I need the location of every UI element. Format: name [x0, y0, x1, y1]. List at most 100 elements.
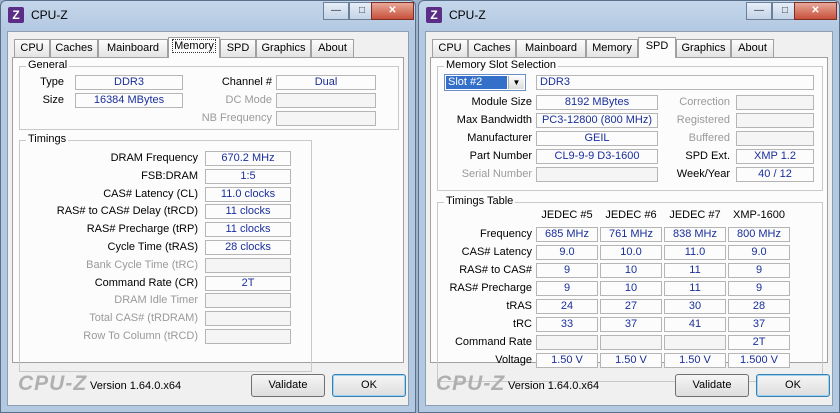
timing-value: 2T [205, 275, 291, 291]
cpuz-app-icon[interactable]: Z [426, 7, 442, 23]
table-row-label: tRAS [506, 300, 532, 312]
tab-about[interactable]: About [311, 39, 354, 57]
table-cell: 9 [536, 281, 598, 296]
bottom-bar: CPU-Z Version 1.64.0.x64 Validate OK [8, 365, 408, 405]
title-bar[interactable]: Z CPU-Z — □ ✕ [419, 1, 839, 29]
general-group-title: General [26, 59, 70, 71]
tab-graphics[interactable]: Graphics [256, 39, 311, 57]
channel-value: Dual [276, 75, 376, 90]
table-row-label: tRC [513, 318, 532, 330]
timings-group: Timings DRAM Frequency 670.2 MHz FSB:DRAM 1… [19, 133, 312, 372]
spd-value [536, 167, 658, 182]
table-cell [600, 335, 662, 350]
tab-graphics[interactable]: Graphics [676, 39, 731, 57]
slot-select-value: Slot #2 [446, 76, 507, 89]
channel-label: Channel # [221, 76, 272, 88]
nb-frequency-label: NB Frequency [201, 112, 272, 124]
tab-spd[interactable]: SPD [638, 37, 676, 58]
tab-mainboard[interactable]: Mainboard [98, 39, 168, 57]
table-cell: 11.0 [664, 245, 726, 260]
table-cell: 33 [536, 317, 598, 332]
spd-label: Part Number [469, 150, 532, 162]
tab-memory-label: Memory [172, 39, 216, 53]
tab-caches[interactable]: Caches [50, 39, 98, 57]
tab-caches[interactable]: Caches [468, 39, 516, 57]
close-button[interactable]: ✕ [371, 2, 414, 20]
timing-value [205, 329, 291, 344]
spd-value: 40 / 12 [736, 167, 814, 182]
table-cell: 30 [664, 299, 726, 314]
spd-value: GEIL [536, 131, 658, 146]
general-group: General Type DDR3 Size 16384 MBytes Chan… [19, 59, 399, 130]
timing-label: Command Rate (CR) [94, 276, 198, 289]
table-cell: 10 [600, 281, 662, 296]
minimize-button[interactable]: — [323, 2, 349, 20]
spd-label: Max Bandwidth [456, 114, 532, 126]
spd-label: Manufacturer [467, 132, 532, 144]
cpuz-app-icon[interactable]: Z [8, 7, 24, 23]
table-column-header: JEDEC #6 [605, 209, 657, 221]
table-cell: 9 [728, 263, 790, 278]
spd-label: Serial Number [461, 168, 532, 180]
dc-mode-label: DC Mode [225, 94, 272, 106]
table-cell: 9.0 [536, 245, 598, 260]
table-cell: 11 [664, 281, 726, 296]
timings-table-group: Timings Table JEDEC #5 JEDEC #6 JEDEC #7 XM… [437, 195, 823, 382]
tab-about[interactable]: About [731, 39, 774, 57]
spd-value [736, 113, 814, 128]
minimize-button[interactable]: — [746, 2, 772, 20]
table-row-label: CAS# Latency [461, 246, 532, 258]
size-value: 16384 MBytes [75, 93, 183, 108]
timing-label: RAS# Precharge (tRP) [86, 223, 198, 236]
table-cell [664, 335, 726, 350]
timing-label: FSB:DRAM [141, 169, 198, 182]
tab-memory[interactable]: Memory [586, 39, 638, 57]
ok-button[interactable]: OK [756, 374, 830, 397]
table-cell: 9 [728, 281, 790, 296]
timing-value [205, 293, 291, 309]
ok-button[interactable]: OK [332, 374, 406, 397]
tab-memory[interactable]: Memory [168, 37, 220, 58]
table-cell: 2T [728, 335, 790, 350]
tab-spd[interactable]: SPD [220, 39, 256, 57]
timing-label: DRAM Idle Timer [114, 294, 198, 307]
title-bar[interactable]: Z CPU-Z — □ ✕ [1, 1, 415, 29]
table-cell: 28 [728, 299, 790, 314]
table-cell: 838 MHz [664, 227, 726, 242]
tab-cpu[interactable]: CPU [14, 39, 50, 57]
client-area: CPU Caches Mainboard Memory SPD Graphics… [7, 31, 409, 406]
table-cell: 24 [536, 299, 598, 314]
timing-value: 11 clocks [205, 204, 291, 220]
table-cell: 37 [600, 317, 662, 332]
timing-value: 11.0 clocks [205, 186, 291, 202]
version-label: Version 1.64.0.x64 [508, 380, 600, 392]
tab-mainboard[interactable]: Mainboard [516, 39, 586, 57]
timing-label: Row To Column (tRCD) [83, 330, 198, 342]
validate-button[interactable]: Validate [251, 374, 325, 397]
table-cell: 10.0 [600, 245, 662, 260]
cpuz-logo: CPU-Z [18, 372, 88, 395]
table-column-header: JEDEC #7 [669, 209, 721, 221]
timing-value: 1:5 [205, 168, 291, 184]
table-cell: 11 [664, 263, 726, 278]
slot-select[interactable]: Slot #2 ▼ [444, 74, 526, 91]
table-cell: 800 MHz [728, 227, 790, 242]
timing-value [205, 257, 291, 273]
validate-button[interactable]: Validate [675, 374, 749, 397]
spd-value: XMP 1.2 [736, 149, 814, 164]
close-button[interactable]: ✕ [794, 2, 837, 20]
chevron-down-icon[interactable]: ▼ [508, 76, 524, 89]
spd-label: SPD Ext. [685, 150, 730, 162]
spd-page: Memory Slot Selection Slot #2 ▼ DDR3 Mod… [430, 57, 828, 382]
table-cell: 9 [536, 263, 598, 278]
spd-label: Week/Year [676, 168, 730, 180]
timing-label: Bank Cycle Time (tRC) [86, 258, 198, 271]
table-row-label: RAS# Precharge [449, 282, 532, 294]
bottom-bar: CPU-Z Version 1.64.0.x64 Validate OK [426, 365, 832, 405]
timing-value: 11 clocks [205, 222, 291, 238]
table-row-label: Command Rate [454, 336, 532, 348]
timing-value: 670.2 MHz [205, 151, 291, 166]
tab-cpu[interactable]: CPU [432, 39, 468, 57]
timing-label: DRAM Frequency [110, 152, 198, 164]
memory-page: General Type DDR3 Size 16384 MBytes Chan… [12, 57, 404, 372]
